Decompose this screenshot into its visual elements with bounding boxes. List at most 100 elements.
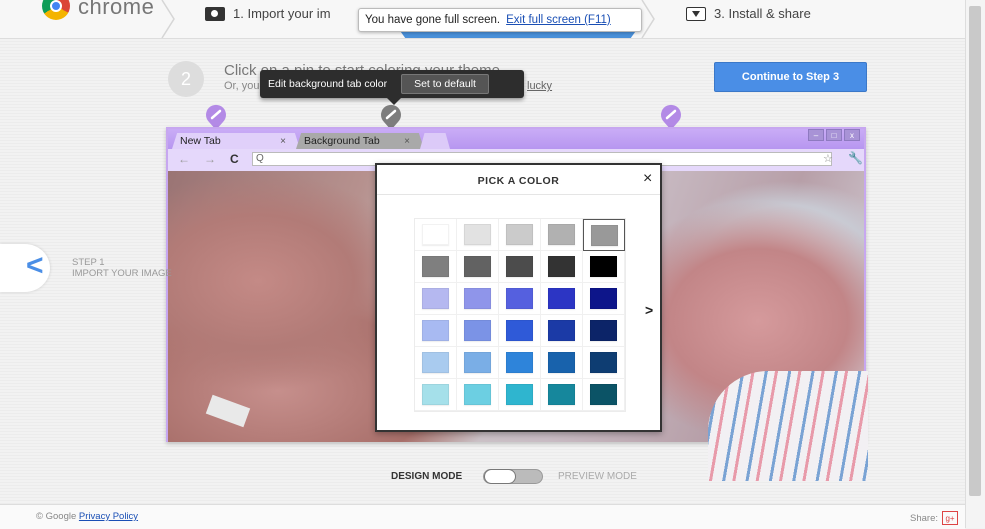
preview-new-tab[interactable]: New Tab × (172, 133, 300, 149)
color-swatch-grid (414, 218, 626, 412)
color-swatch (548, 352, 575, 373)
color-swatch-cell[interactable] (583, 283, 625, 315)
close-icon[interactable]: × (643, 170, 652, 188)
color-swatch-cell[interactable] (583, 347, 625, 379)
color-swatch-cell[interactable] (541, 251, 583, 283)
continue-to-step-3-button[interactable]: Continue to Step 3 (714, 62, 867, 92)
color-swatch (506, 288, 533, 309)
privacy-policy-link[interactable]: Privacy Policy (79, 511, 138, 522)
color-swatch-cell[interactable] (499, 283, 541, 315)
wrench-icon: 🔧 (848, 151, 863, 165)
color-swatch-cell[interactable] (583, 251, 625, 283)
color-swatch (548, 320, 575, 341)
color-swatch-cell[interactable] (415, 251, 457, 283)
color-swatch-cell[interactable] (499, 379, 541, 411)
set-to-default-button[interactable]: Set to default (401, 74, 489, 94)
color-swatch-cell[interactable] (541, 283, 583, 315)
fullscreen-message: You have gone full screen. (365, 14, 501, 26)
color-swatch (422, 320, 449, 341)
step-separator (640, 0, 658, 38)
color-swatch (590, 352, 617, 373)
color-swatch-cell[interactable] (415, 219, 457, 251)
color-swatch-cell[interactable] (499, 315, 541, 347)
preview-tabstrip[interactable]: New Tab × Background Tab × – □ x (168, 129, 864, 149)
image-tag (205, 394, 251, 428)
chrome-logo-icon (42, 0, 70, 20)
color-swatch (464, 224, 491, 245)
pin-tooltip: Edit background tab color Set to default (260, 70, 524, 105)
color-swatch (422, 352, 449, 373)
color-swatch (422, 224, 449, 245)
color-swatch-cell[interactable] (415, 347, 457, 379)
share-label: Share: (910, 512, 938, 524)
color-swatch-cell[interactable] (457, 315, 499, 347)
color-swatch-cell[interactable] (457, 347, 499, 379)
close-icon: × (404, 135, 410, 147)
color-swatch (506, 224, 533, 245)
color-swatch-cell[interactable] (583, 219, 625, 251)
color-swatch-cell[interactable] (415, 283, 457, 315)
previous-step-title: IMPORT YOUR IMAGE (72, 268, 172, 279)
minimize-icon: – (808, 129, 824, 141)
preview-background-tab[interactable]: Background Tab × (296, 133, 424, 149)
color-swatch-cell[interactable] (541, 219, 583, 251)
color-swatch (548, 384, 575, 405)
picker-divider (377, 194, 660, 195)
color-swatch-cell[interactable] (499, 219, 541, 251)
previous-step-number: STEP 1 (72, 257, 105, 268)
step-1-tab[interactable]: 1. Import your im (205, 6, 331, 21)
color-swatch (548, 224, 575, 245)
mode-toggle-switch[interactable] (483, 469, 543, 484)
step-separator (160, 0, 178, 38)
google-plus-icon[interactable]: g+ (942, 511, 958, 525)
color-swatch (422, 288, 449, 309)
color-swatch (464, 256, 491, 277)
color-swatch (506, 256, 533, 277)
color-swatch (422, 384, 449, 405)
footer: © Google Privacy Policy Share: g+ (0, 504, 965, 529)
previous-step-button[interactable]: < (0, 244, 50, 292)
share-area: Share: g+ (910, 511, 958, 525)
color-swatch (422, 256, 449, 277)
camera-icon (205, 6, 225, 21)
color-swatch-cell[interactable] (457, 251, 499, 283)
color-swatch-cell[interactable] (415, 379, 457, 411)
color-swatch-cell[interactable] (499, 347, 541, 379)
image-hat-stripes (708, 371, 868, 481)
color-swatch (506, 320, 533, 341)
color-swatch-cell[interactable] (457, 219, 499, 251)
download-icon (686, 6, 706, 21)
brand-name: chrome (78, 0, 155, 19)
next-palette-icon[interactable]: > (645, 302, 653, 318)
color-swatch-cell[interactable] (457, 283, 499, 315)
color-swatch (590, 288, 617, 309)
step-3-label: 3. Install & share (714, 6, 811, 21)
color-swatch-cell[interactable] (583, 315, 625, 347)
footer-left: © Google Privacy Policy (36, 511, 138, 522)
color-swatch-cell[interactable] (541, 347, 583, 379)
color-swatch-cell[interactable] (499, 251, 541, 283)
color-swatch (506, 384, 533, 405)
maximize-icon: □ (826, 129, 842, 141)
scrollbar-thumb[interactable] (969, 6, 981, 496)
exit-fullscreen-link[interactable]: Exit full screen (F11) (506, 14, 611, 26)
toggle-knob (484, 469, 516, 484)
step-3-tab[interactable]: 3. Install & share (686, 6, 811, 21)
new-tab-label: New Tab (180, 135, 221, 147)
color-swatch-cell[interactable] (583, 379, 625, 411)
color-swatch (590, 384, 617, 405)
color-swatch-cell[interactable] (541, 379, 583, 411)
color-swatch (548, 256, 575, 277)
preview-mode-label: PREVIEW MODE (558, 471, 637, 482)
star-icon: ☆ (823, 153, 833, 165)
picker-title: PICK A COLOR (477, 175, 560, 187)
color-swatch (548, 288, 575, 309)
color-swatch-cell[interactable] (415, 315, 457, 347)
page-scrollbar[interactable] (965, 0, 985, 528)
color-swatch (464, 384, 491, 405)
color-swatch-cell[interactable] (457, 379, 499, 411)
window-controls: – □ x (808, 129, 860, 141)
feeling-lucky-link[interactable]: lucky (527, 80, 552, 92)
color-swatch (464, 352, 491, 373)
color-swatch-cell[interactable] (541, 315, 583, 347)
